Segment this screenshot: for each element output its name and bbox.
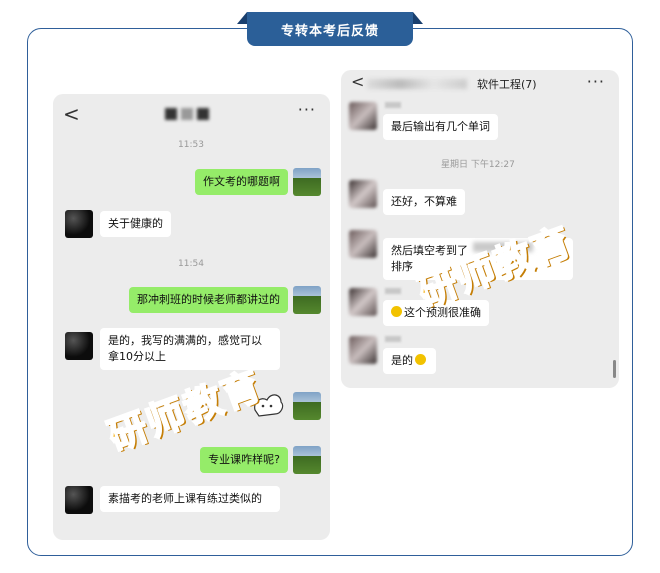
chat-header: < 软件工程(7) ··· [341,70,619,110]
message-bubble-in: 是的 [383,348,436,374]
avatar [293,446,321,474]
avatar [349,180,377,208]
blurred-sender-name [385,102,401,108]
message-bubble-out: 那冲刺班的时候老师都讲过的 [129,287,288,313]
avatar [349,336,377,364]
avatar [349,288,377,316]
avatar [349,230,377,258]
scrollbar[interactable] [613,360,616,378]
back-icon[interactable]: < [63,102,80,126]
timestamp: 11:54 [178,259,204,269]
chat-header: < ··· [53,94,330,134]
more-icon[interactable]: ··· [298,100,316,119]
avatar [293,286,321,314]
message-bubble-out: 专业课咋样呢? [200,447,288,473]
group-title: 软件工程(7) [477,78,537,91]
avatar [65,486,93,514]
message-bubble-in: 最后输出有几个单词 [383,114,498,140]
timestamp: 星期日 下午12:27 [441,160,515,170]
message-bubble-in: 素描考的老师上课有练过类似的 [100,486,280,512]
more-icon[interactable]: ··· [587,72,605,91]
avatar [349,102,377,130]
blurred-group-prefix [367,79,467,89]
blurred-contact-name [165,108,209,120]
blurred-sender-name [385,336,401,342]
message-bubble-out: 作文考的哪题啊 [195,169,288,195]
emoji-icon [415,354,426,365]
avatar [65,332,93,360]
avatar [293,168,321,196]
avatar [65,210,93,238]
left-chat-screenshot: < ··· 11:53 作文考的哪题啊 关于健康的 11:54 那冲刺班的时候老… [53,94,330,540]
banner-title: 专转本考后反馈 [247,12,413,46]
right-chat-screenshot: < 软件工程(7) ··· 最后输出有几个单词 星期日 下午12:27 还好，不… [341,70,619,388]
emoji-icon [391,306,402,317]
timestamp: 11:53 [178,140,204,150]
message-bubble-in: 关于健康的 [100,211,171,237]
back-icon[interactable]: < [351,72,364,91]
message-text: 是的 [391,354,413,367]
avatar [293,392,321,420]
message-bubble-in: 还好，不算难 [383,189,465,215]
blurred-sender-name [385,288,401,294]
